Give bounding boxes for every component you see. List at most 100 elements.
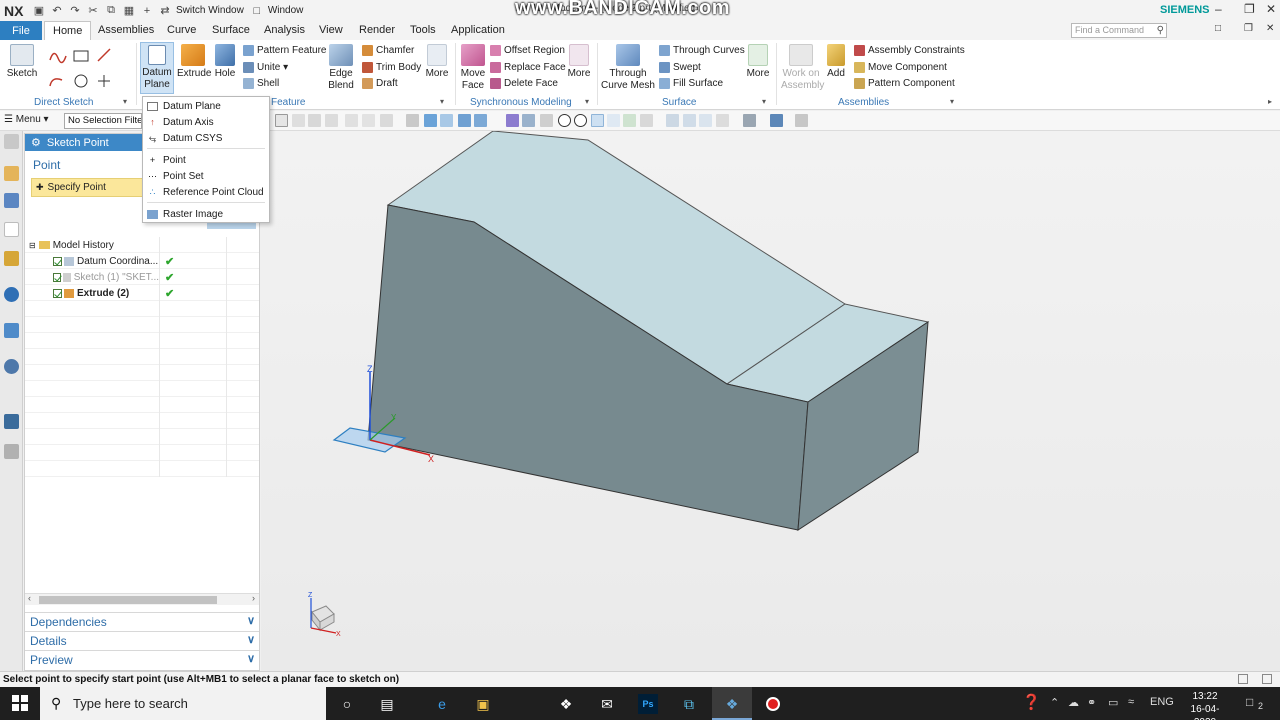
trim-body-button[interactable]: Trim Body — [362, 62, 421, 73]
bounded-grid-icon[interactable] — [640, 114, 653, 127]
ribbon-restore-icon[interactable]: ❐ — [1244, 23, 1253, 34]
specify-point-button[interactable]: ✚ Specify Point — [31, 178, 143, 197]
select-option-icon[interactable] — [308, 114, 321, 127]
tree-row[interactable]: Datum Coordina... ✔ — [25, 253, 259, 269]
quadrant-snap-icon[interactable] — [574, 114, 587, 127]
paste-icon[interactable]: ▦ — [121, 3, 137, 19]
move-face-button[interactable]: Move Face — [459, 44, 487, 92]
web-browser-icon[interactable] — [4, 287, 19, 302]
tab-curve[interactable]: Curve — [167, 24, 196, 36]
tab-application[interactable]: Application — [451, 24, 505, 36]
battery-icon[interactable]: ▭ — [1108, 696, 1118, 709]
surface-more-button[interactable]: More — [745, 44, 771, 80]
graphics-window[interactable]: Z X Y Z X — [261, 131, 1280, 671]
history-icon[interactable] — [4, 323, 19, 338]
cut-icon[interactable]: ✂ — [85, 3, 101, 19]
wireframe-icon[interactable] — [440, 114, 453, 127]
task-view-icon[interactable]: ▤ — [377, 694, 397, 714]
background-icon[interactable] — [770, 114, 783, 127]
feature-expand-icon[interactable]: ▾ — [440, 97, 444, 106]
menu-item-datum-plane[interactable]: Datum Plane — [143, 99, 269, 113]
menu-item-raster-image[interactable]: Raster Image — [143, 207, 269, 221]
redo-icon[interactable]: ↷ — [67, 3, 83, 19]
tab-file[interactable]: File — [0, 21, 42, 40]
chamfer-button[interactable]: Chamfer — [362, 45, 414, 56]
menu-item-datum-axis[interactable]: ↑ Datum Axis — [143, 115, 269, 129]
reuse-library-icon[interactable] — [4, 251, 19, 266]
menu-item-reference-point-cloud[interactable]: ∴ Reference Point Cloud — [143, 185, 269, 199]
tree-root[interactable]: ⊟ Model History — [25, 237, 259, 253]
hole-button[interactable]: Hole — [212, 44, 238, 80]
point-snap-icon[interactable] — [591, 114, 604, 127]
dependencies-panel-header[interactable]: Dependencies ∨ — [25, 612, 259, 630]
visibility-checkbox[interactable] — [53, 272, 61, 282]
center-snap-icon[interactable] — [558, 114, 571, 127]
section-view-icon[interactable] — [795, 114, 808, 127]
pick-icon[interactable] — [362, 114, 375, 127]
help-icon[interactable]: ❓ — [1022, 693, 1041, 711]
status-icon[interactable] — [1238, 674, 1248, 684]
process-studio-icon[interactable] — [4, 414, 19, 429]
rectangle-select-icon[interactable] — [380, 114, 393, 127]
find-command-input[interactable]: Find a Command ⚲ — [1071, 23, 1167, 38]
assemblies-expand-icon[interactable]: ▾ — [950, 97, 954, 106]
menu-button[interactable]: ☰ Menu ▾ — [4, 114, 49, 125]
menu-item-datum-csys[interactable]: ⥃ Datum CSYS — [143, 131, 269, 145]
clock[interactable]: 13:22 16-04-2020 — [1180, 690, 1230, 720]
curve-snap-icon[interactable] — [506, 114, 519, 127]
bandicam-record-icon[interactable] — [763, 694, 783, 714]
window-icon[interactable]: □ — [249, 3, 265, 19]
intersection-snap-icon[interactable] — [540, 114, 553, 127]
visibility-checkbox[interactable] — [53, 288, 62, 298]
status-icon[interactable] — [1262, 674, 1272, 684]
direct-sketch-expand-icon[interactable]: ▾ — [123, 97, 127, 106]
roles-icon[interactable] — [4, 444, 19, 459]
assembly-navigator-icon[interactable] — [4, 166, 19, 181]
view-orientation-icon[interactable] — [716, 114, 729, 127]
pattern-component-button[interactable]: Pattern Component — [854, 78, 955, 89]
file-explorer-icon[interactable]: ▣ — [473, 694, 493, 714]
save-icon[interactable]: ▣ — [31, 3, 47, 19]
cloud-icon[interactable]: ☁ — [1068, 696, 1079, 709]
undo-icon[interactable]: ↶ — [49, 3, 65, 19]
photoshop-icon[interactable]: Ps — [638, 694, 658, 714]
datum-plane-button[interactable]: Datum Plane — [140, 42, 174, 94]
sync-more-button[interactable]: More — [566, 44, 592, 80]
gear-icon[interactable]: ⚙ — [31, 136, 41, 149]
replace-face-button[interactable]: Replace Face — [490, 62, 566, 73]
window-menu-button[interactable]: Window — [268, 5, 304, 16]
nx-app-icon[interactable]: ❖ — [722, 694, 742, 714]
sketch-button[interactable]: Sketch — [6, 44, 38, 80]
through-curve-mesh-button[interactable]: Through Curve Mesh — [600, 44, 656, 92]
offset-region-button[interactable]: Offset Region — [490, 45, 565, 56]
clock-icon[interactable] — [4, 359, 19, 374]
collapse-icon[interactable]: ⊟ — [29, 241, 36, 250]
selection-filter-select[interactable]: No Selection Filter — [64, 113, 142, 129]
scrollbar-thumb[interactable] — [39, 596, 217, 604]
menu-item-point[interactable]: + Point — [143, 153, 269, 167]
delete-face-button[interactable]: Delete Face — [490, 78, 558, 89]
sync-expand-icon[interactable]: ▾ — [585, 97, 589, 106]
tree-row[interactable]: Sketch (1) "SKET... ✔ — [25, 269, 259, 285]
spline-snap-icon[interactable] — [522, 114, 535, 127]
edge-browser-icon[interactable]: e — [432, 694, 452, 714]
point-on-surface-icon[interactable] — [623, 114, 636, 127]
gear-icon[interactable] — [4, 134, 19, 149]
minimize-icon[interactable]: – — [1215, 2, 1222, 16]
feature-more-button[interactable]: More — [424, 44, 450, 80]
dropbox-icon[interactable]: ❖ — [556, 694, 576, 714]
point-section-label[interactable]: Point — [33, 158, 60, 172]
snap-icon[interactable] — [458, 114, 471, 127]
wifi-icon[interactable]: ≈ — [1128, 696, 1134, 708]
scroll-right-icon[interactable]: › — [252, 593, 255, 603]
select-all-icon[interactable] — [325, 114, 338, 127]
unite-button[interactable]: Unite ▾ — [243, 62, 288, 73]
pattern-feature-button[interactable]: Pattern Feature — [243, 45, 326, 56]
move-component-button[interactable]: Move Component — [854, 62, 947, 73]
tree-row[interactable]: Extrude (2) ✔ — [25, 285, 259, 301]
tab-tools[interactable]: Tools — [410, 24, 436, 36]
tab-analysis[interactable]: Analysis — [264, 24, 305, 36]
extrude-button[interactable]: Extrude — [177, 44, 211, 80]
menu-item-point-set[interactable]: ⋯ Point Set — [143, 169, 269, 183]
restore-icon[interactable]: ❐ — [1244, 2, 1255, 16]
